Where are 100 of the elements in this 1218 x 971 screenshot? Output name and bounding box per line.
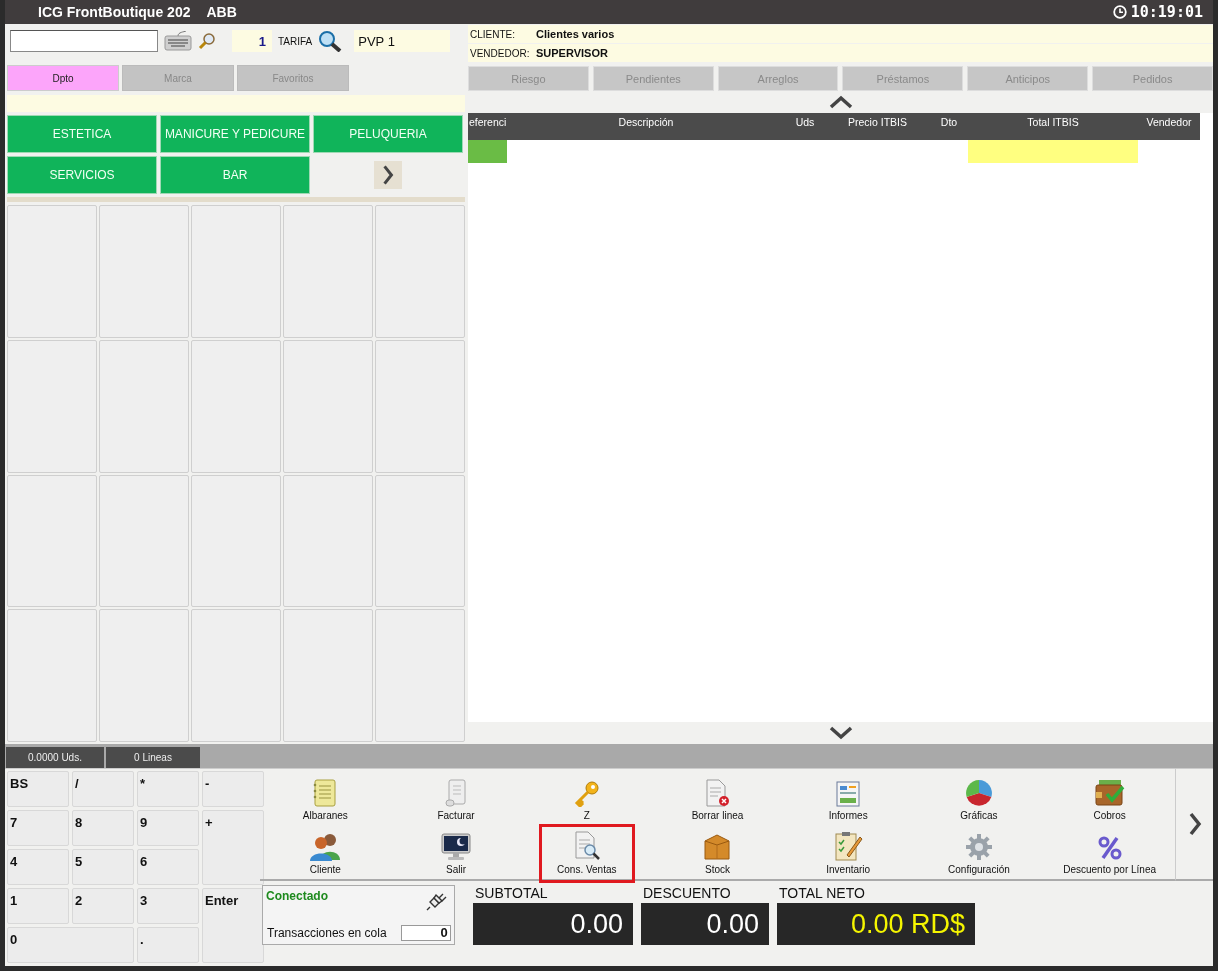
box-icon	[704, 833, 731, 861]
product-button[interactable]	[375, 609, 465, 742]
seller-name: SUPERVISOR	[536, 47, 608, 59]
report-icon	[836, 781, 861, 807]
product-button[interactable]	[283, 474, 373, 608]
gear-icon	[964, 833, 993, 861]
keypad-key[interactable]: .	[137, 927, 199, 963]
chevron-right-icon[interactable]	[1187, 812, 1202, 836]
product-button[interactable]	[99, 339, 189, 473]
column-header: eferenci	[468, 115, 507, 130]
people-icon	[310, 831, 341, 861]
action-button[interactable]: Cobros	[1044, 771, 1175, 825]
next-button[interactable]	[374, 161, 402, 189]
product-button[interactable]	[191, 609, 281, 742]
column-header: Vendedor	[1145, 115, 1193, 130]
action-button[interactable]: Z	[521, 771, 653, 825]
product-button[interactable]	[191, 205, 281, 338]
product-button[interactable]	[99, 205, 189, 338]
product-button[interactable]	[283, 609, 373, 742]
key-icon	[572, 779, 601, 807]
product-button[interactable]	[375, 474, 465, 608]
product-button[interactable]	[7, 205, 97, 338]
customer-name: Clientes varios	[536, 28, 615, 40]
column-header: Descripción	[617, 115, 675, 130]
tarifa-field[interactable]: PVP 1	[354, 30, 451, 52]
percent-icon	[1096, 835, 1123, 861]
column-header: Precio ITBIS	[847, 115, 908, 130]
action-button[interactable]: Borrar linea	[652, 771, 783, 825]
action-button[interactable]: Facturar	[390, 771, 522, 825]
action-button[interactable]: Descuento por Línea	[1044, 825, 1175, 879]
keypad-key[interactable]: +	[202, 810, 264, 885]
field-label: VENDEDOR:	[469, 47, 531, 59]
total-value: 0.00	[473, 903, 633, 945]
action-button[interactable]: Cons. Ventas	[521, 825, 653, 879]
total-label: SUBTOTAL	[474, 885, 548, 903]
monitor-icon	[441, 833, 472, 861]
total-label: DESCUENTO	[642, 885, 731, 903]
keypad-key[interactable]: *	[137, 771, 199, 807]
keypad-key[interactable]: 6	[137, 849, 199, 885]
user-name: ABB	[206, 4, 237, 20]
table-cell[interactable]	[968, 140, 1138, 163]
product-button[interactable]	[7, 474, 97, 608]
search-field[interactable]	[10, 30, 158, 52]
product-button[interactable]	[191, 339, 281, 473]
product-button[interactable]	[99, 474, 189, 608]
column-header: Uds	[794, 115, 816, 130]
keypad-key[interactable]: 7	[7, 810, 69, 846]
total-label: TOTAL NETO	[778, 885, 865, 903]
keypad-key[interactable]: 9	[137, 810, 199, 846]
action-button[interactable]: Configuración	[913, 825, 1045, 879]
document-search-icon	[572, 831, 601, 861]
tarifa-label: TARIFA	[278, 35, 313, 47]
pie-chart-icon	[964, 779, 993, 807]
clipboard-icon	[833, 831, 864, 861]
chevron-down-icon[interactable]	[828, 726, 853, 740]
product-button[interactable]	[7, 339, 97, 473]
keypad-key[interactable]: 0	[7, 927, 134, 963]
product-button[interactable]	[191, 474, 281, 608]
product-button[interactable]	[375, 205, 465, 338]
notepad-icon	[312, 779, 339, 807]
document-delete-icon	[704, 779, 731, 807]
keypad-key[interactable]: 8	[72, 810, 134, 846]
scroll-icon	[444, 779, 469, 807]
keypad-key[interactable]: 2	[72, 888, 134, 924]
keypad-key[interactable]: Enter	[202, 888, 264, 963]
wallet-icon	[1094, 779, 1125, 807]
quantity-field[interactable]: 1	[232, 30, 272, 52]
chevron-right-icon[interactable]	[382, 164, 394, 186]
keypad-key[interactable]: BS	[7, 771, 69, 807]
table-cell[interactable]	[468, 140, 507, 163]
keypad-key[interactable]: /	[72, 771, 134, 807]
keypad-key[interactable]: 5	[72, 849, 134, 885]
units-count: 0.0000 Uds.	[6, 747, 104, 768]
action-button[interactable]: Informes	[782, 771, 914, 825]
total-value: 0.00 RD$	[777, 903, 975, 945]
keypad-key[interactable]: -	[202, 771, 264, 807]
column-header: Dto	[939, 115, 959, 130]
column-header: Total ITBIS	[1026, 115, 1080, 130]
clock-time: 10:19:01	[1130, 3, 1203, 21]
connection-status: Conectado	[266, 889, 328, 903]
category-tab[interactable]: Dpto	[7, 65, 119, 91]
action-button[interactable]: Salir	[390, 825, 522, 879]
keypad-key[interactable]: 4	[7, 849, 69, 885]
action-button[interactable]: Inventario	[782, 825, 914, 879]
product-button[interactable]	[7, 609, 97, 742]
queue-field: 0	[400, 925, 451, 941]
action-button[interactable]: Stock	[652, 825, 783, 879]
action-button[interactable]: Gráficas	[913, 771, 1045, 825]
lines-count: 0 Lineas	[106, 747, 200, 768]
keypad-key[interactable]: 1	[7, 888, 69, 924]
clock-icon	[1112, 5, 1127, 19]
queue-label: Transacciones en cola	[267, 926, 387, 940]
keyboard-icon[interactable]	[164, 31, 192, 51]
search-icon[interactable]	[318, 30, 343, 52]
chevron-up-icon[interactable]	[828, 95, 853, 109]
keypad-key[interactable]: 3	[137, 888, 199, 924]
product-button[interactable]	[283, 205, 373, 338]
product-button[interactable]	[99, 609, 189, 742]
product-button[interactable]	[375, 339, 465, 473]
product-button[interactable]	[283, 339, 373, 473]
